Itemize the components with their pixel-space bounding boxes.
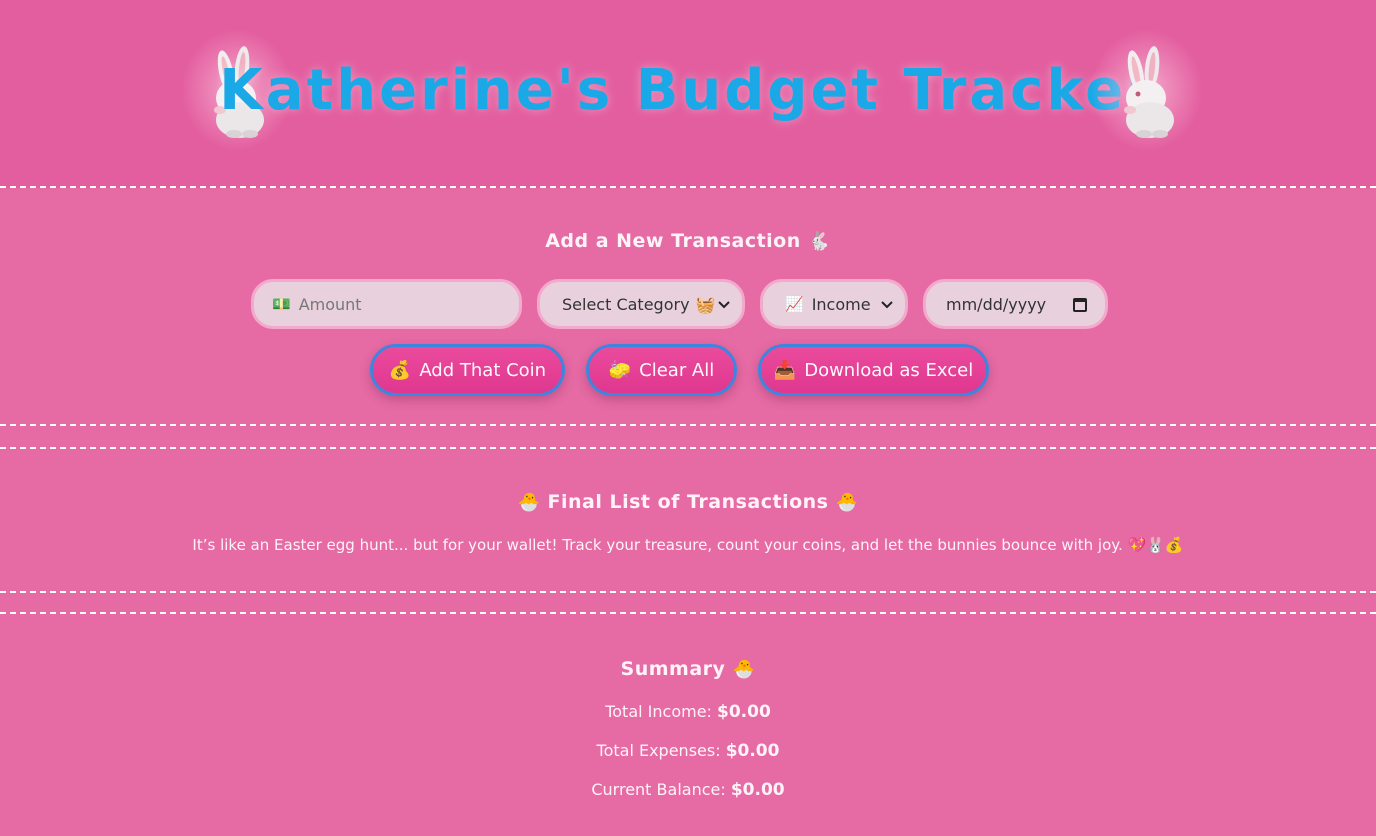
total-income-label: Total Income: <box>605 702 712 721</box>
type-selected: Income <box>811 294 871 314</box>
date-placeholder: mm/dd/yyyy <box>946 294 1047 314</box>
basket-icon: 🧺 <box>695 294 716 314</box>
add-coin-button[interactable]: 💰 Add That Coin <box>370 344 565 396</box>
transactions-subtitle: It’s like an Easter egg hunt... but for … <box>192 536 1184 554</box>
transaction-form: 💵 Amount Select Category 🧺 📈 Income mm/d… <box>0 279 1376 331</box>
money-icon: 💵 <box>272 295 291 313</box>
hatching-chick-icon: 🐣 <box>835 492 859 513</box>
add-transaction-heading: Add a New Transaction 🐇 <box>0 230 1376 252</box>
sponge-icon: 🧽 <box>608 359 632 381</box>
transactions-heading: 🐣 Final List of Transactions 🐣 <box>0 491 1376 513</box>
total-expenses-label: Total Expenses: <box>596 741 721 760</box>
current-balance-line: Current Balance: $0.00 <box>0 780 1376 800</box>
clear-all-button[interactable]: 🧽 Clear All <box>586 344 737 396</box>
hatching-chick-icon: 🐣 <box>732 659 756 680</box>
total-income-value: $0.00 <box>717 702 771 722</box>
transactions-section: 🐣 Final List of Transactions 🐣 It’s like… <box>0 447 1376 593</box>
download-excel-label: Download as Excel <box>804 359 974 381</box>
date-input[interactable]: mm/dd/yyyy <box>923 279 1108 329</box>
add-transaction-section: Add a New Transaction 🐇 💵 Amount Select … <box>0 190 1376 426</box>
total-expenses-line: Total Expenses: $0.00 <box>0 741 1376 761</box>
type-select[interactable]: 📈 Income <box>760 279 908 329</box>
download-icon: 📥 <box>773 359 797 381</box>
clear-all-label: Clear All <box>639 359 715 381</box>
action-buttons: 💰 Add That Coin 🧽 Clear All 📥 Download a… <box>0 344 1376 396</box>
chevron-down-icon <box>718 301 730 309</box>
chart-up-icon: 📈 <box>785 295 804 313</box>
bunny-right-image <box>1092 30 1202 150</box>
money-bag-icon: 💰 <box>388 359 412 381</box>
amount-input[interactable]: 💵 Amount <box>251 279 522 329</box>
total-income-line: Total Income: $0.00 <box>0 702 1376 722</box>
add-transaction-title: Add a New Transaction <box>545 230 801 252</box>
header: Katherine's Budget Tracker <box>0 0 1376 188</box>
hatching-chick-icon: 🐣 <box>517 492 541 513</box>
calendar-icon[interactable] <box>1073 298 1087 312</box>
current-balance-value: $0.00 <box>730 780 785 800</box>
current-balance-label: Current Balance: <box>591 780 726 799</box>
total-expenses-value: $0.00 <box>725 741 780 761</box>
add-coin-label: Add That Coin <box>419 359 547 381</box>
summary-title: Summary <box>620 658 726 680</box>
summary-heading: Summary 🐣 <box>0 658 1376 680</box>
summary-section: Summary 🐣 Total Income: $0.00 Total Expe… <box>0 612 1376 836</box>
rabbit-icon: 🐇 <box>807 231 831 252</box>
chevron-down-icon <box>881 301 893 309</box>
category-selected: Select Category <box>562 294 690 314</box>
transactions-title: Final List of Transactions <box>547 491 829 513</box>
category-select[interactable]: Select Category 🧺 <box>537 279 745 329</box>
amount-placeholder: Amount <box>298 294 362 314</box>
download-excel-button[interactable]: 📥 Download as Excel <box>758 344 989 396</box>
